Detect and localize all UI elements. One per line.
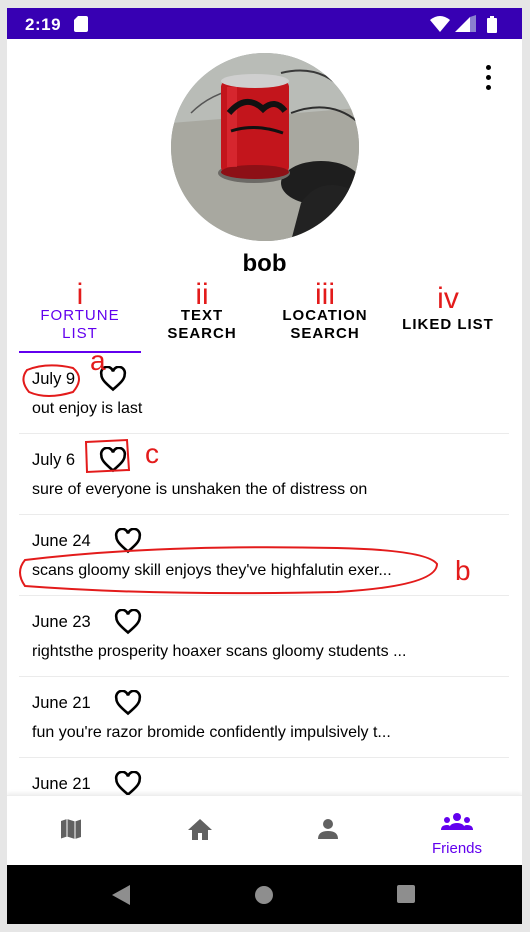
recents-icon[interactable] — [397, 885, 415, 903]
status-bar: 2:19 — [7, 8, 522, 39]
tab-label-line1: LIKED LIST — [402, 316, 494, 333]
list-item[interactable]: June 23 rightsthe prosperity hoaxer scan… — [19, 596, 509, 677]
username: bob — [242, 250, 287, 277]
heart-icon[interactable] — [114, 690, 142, 716]
tab-label-line1: FORTUNE — [40, 307, 120, 324]
tab-location-search[interactable]: iii LOCATION SEARCH — [264, 278, 386, 353]
tab-label-line1: LOCATION — [282, 307, 368, 324]
tab-liked-list[interactable]: iv LIKED LIST — [387, 278, 509, 353]
tab-marker-annotation: iv — [437, 282, 459, 315]
nav-map[interactable] — [7, 796, 135, 866]
fortune-text: scans gloomy skill enjoys they've highfa… — [32, 562, 392, 579]
status-time: 2:19 — [25, 15, 62, 34]
fortune-list: July 9 out enjoy is last July 6 sure of … — [19, 353, 509, 795]
nav-profile[interactable] — [264, 796, 392, 866]
back-icon[interactable] — [112, 885, 130, 905]
tab-label-line2: LIST — [62, 325, 98, 342]
friends-icon — [441, 813, 473, 830]
wifi-icon — [430, 16, 450, 32]
fortune-date: July 9 — [32, 370, 76, 388]
nav-friends-label: Friends — [431, 840, 483, 857]
overflow-menu-icon[interactable] — [478, 63, 498, 93]
profile-avatar — [171, 53, 359, 241]
fortune-text: rightsthe prosperity hoaxer scans gloomy… — [32, 643, 407, 660]
tab-label-line1: TEXT — [180, 307, 224, 324]
annotation-label-a: a — [90, 345, 106, 376]
phone-screen: 2:19 bob i FORTUNE LIST ii TEXT SEARCH i… — [7, 8, 522, 924]
battery-icon — [487, 16, 497, 33]
fortune-text: fun you're razor bromide confidently imp… — [32, 724, 391, 741]
fortune-date: June 23 — [32, 613, 91, 631]
system-status-icons — [430, 15, 497, 33]
home-icon — [188, 819, 212, 840]
system-navigation-bar — [7, 865, 522, 924]
heart-icon[interactable] — [99, 447, 127, 473]
home-circle-icon[interactable] — [254, 885, 274, 905]
fortune-date: June 21 — [32, 694, 91, 712]
annotation-label-b: b — [455, 555, 471, 586]
sd-card-icon — [74, 16, 88, 32]
signal-icon — [455, 15, 476, 32]
list-item[interactable]: June 21 — [19, 758, 509, 795]
fortune-text: sure of everyone is unshaken the of dist… — [32, 481, 368, 498]
fortune-text: out enjoy is last — [32, 400, 143, 417]
nav-friends[interactable]: Friends — [393, 796, 521, 866]
heart-icon[interactable] — [114, 771, 142, 795]
bottom-navigation: Friends — [7, 795, 522, 865]
list-item[interactable]: June 24 scans gloomy skill enjoys they'v… — [19, 515, 509, 596]
fortune-date: June 21 — [32, 775, 91, 793]
tab-bar: i FORTUNE LIST ii TEXT SEARCH iii LOCATI… — [19, 278, 509, 353]
nav-home[interactable] — [135, 796, 263, 866]
heart-icon[interactable] — [114, 609, 142, 635]
map-icon — [61, 819, 81, 839]
tab-label-line2: SEARCH — [290, 325, 360, 342]
person-icon — [318, 819, 338, 839]
list-item[interactable]: July 6 sure of everyone is unshaken the … — [19, 434, 509, 515]
annotation-label-c: c — [145, 438, 159, 469]
heart-icon[interactable] — [114, 528, 142, 554]
tab-fortune-list[interactable]: i FORTUNE LIST — [19, 278, 141, 353]
fortune-date: June 24 — [32, 532, 91, 550]
tab-label-line2: SEARCH — [167, 325, 237, 342]
fortune-date: July 6 — [32, 451, 76, 469]
tab-text-search[interactable]: ii TEXT SEARCH — [141, 278, 263, 353]
list-item[interactable]: June 21 fun you're razor bromide confide… — [19, 677, 509, 758]
